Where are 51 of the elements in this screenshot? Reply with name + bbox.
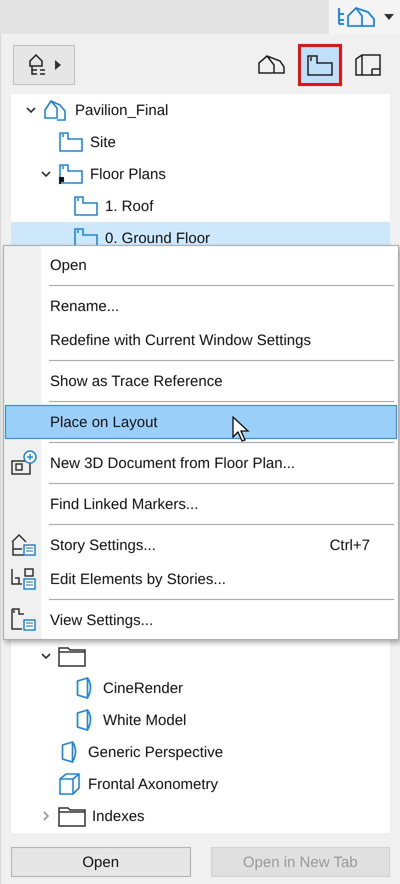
tree-item[interactable]: 1. Roof <box>11 190 390 222</box>
menu-item[interactable]: View Settings... <box>5 603 397 637</box>
perspective-icon <box>61 741 79 763</box>
tree-item[interactable]: CineRender <box>11 672 390 704</box>
menu-item[interactable]: Rename... <box>5 289 397 323</box>
menu-item[interactable]: Place on Layout <box>5 405 397 439</box>
tree-item[interactable]: Floor Plans <box>11 158 390 190</box>
stories-list-icon <box>10 566 38 592</box>
tree-item-label: Frontal Axonometry <box>88 776 218 792</box>
plan-list-icon <box>10 607 38 633</box>
house-icon <box>256 53 288 77</box>
tree-item-label: White Model <box>103 712 186 728</box>
caret-down-icon[interactable] <box>384 13 394 21</box>
folder-icon <box>58 805 86 827</box>
view-map-switch[interactable] <box>329 0 400 34</box>
open-button[interactable]: Open <box>11 847 190 877</box>
tree-item-label: Site <box>90 134 116 150</box>
menu-item[interactable]: Find Linked Markers... <box>5 487 397 521</box>
perspective-icon <box>76 677 94 699</box>
perspective-icon <box>76 709 94 731</box>
tree-item[interactable]: Generic Perspective <box>11 736 390 768</box>
new-document-icon <box>10 450 38 476</box>
tree-item-label: 0. Ground Floor <box>105 230 210 246</box>
menu-item[interactable]: Story Settings... Ctrl+7 <box>5 528 397 562</box>
tree-item-label: 1. Roof <box>105 198 154 214</box>
menu-item[interactable]: Show as Trace Reference <box>5 364 397 398</box>
caret-right-icon <box>55 60 61 70</box>
view-mode-tab[interactable] <box>298 44 342 86</box>
shortcut-label: Ctrl+7 <box>330 536 370 554</box>
tree-item[interactable]: Frontal Axonometry <box>11 768 390 800</box>
tree-item-label: CineRender <box>103 680 184 696</box>
house-list-icon <box>10 532 38 558</box>
menu-item[interactable]: Edit Elements by Stories... <box>5 562 397 596</box>
tree-item-label: Pavilion_Final <box>75 102 168 118</box>
floor-plan-icon <box>58 131 84 153</box>
tree-item[interactable]: Pavilion_Final <box>11 94 390 126</box>
tree-item[interactable]: Indexes <box>11 800 390 832</box>
tree-options-button[interactable] <box>13 45 75 85</box>
folder-icon <box>58 645 86 667</box>
cube-icon <box>58 772 82 796</box>
house-icon <box>43 98 69 122</box>
tree-item-label: Indexes <box>92 808 145 824</box>
tree-item[interactable]: White Model <box>11 704 390 736</box>
tree-item-label: Floor Plans <box>90 166 166 182</box>
menu-item[interactable]: Redefine with Current Window Settings <box>5 323 397 357</box>
map-tree-icon <box>336 4 376 30</box>
tree-item[interactable]: Site <box>11 126 390 158</box>
floor-plan-icon <box>58 163 84 185</box>
menu-item[interactable]: New 3D Document from Floor Plan... <box>5 446 397 480</box>
floor-plan-icon <box>73 195 99 217</box>
tree-item-label: Generic Perspective <box>88 744 224 760</box>
